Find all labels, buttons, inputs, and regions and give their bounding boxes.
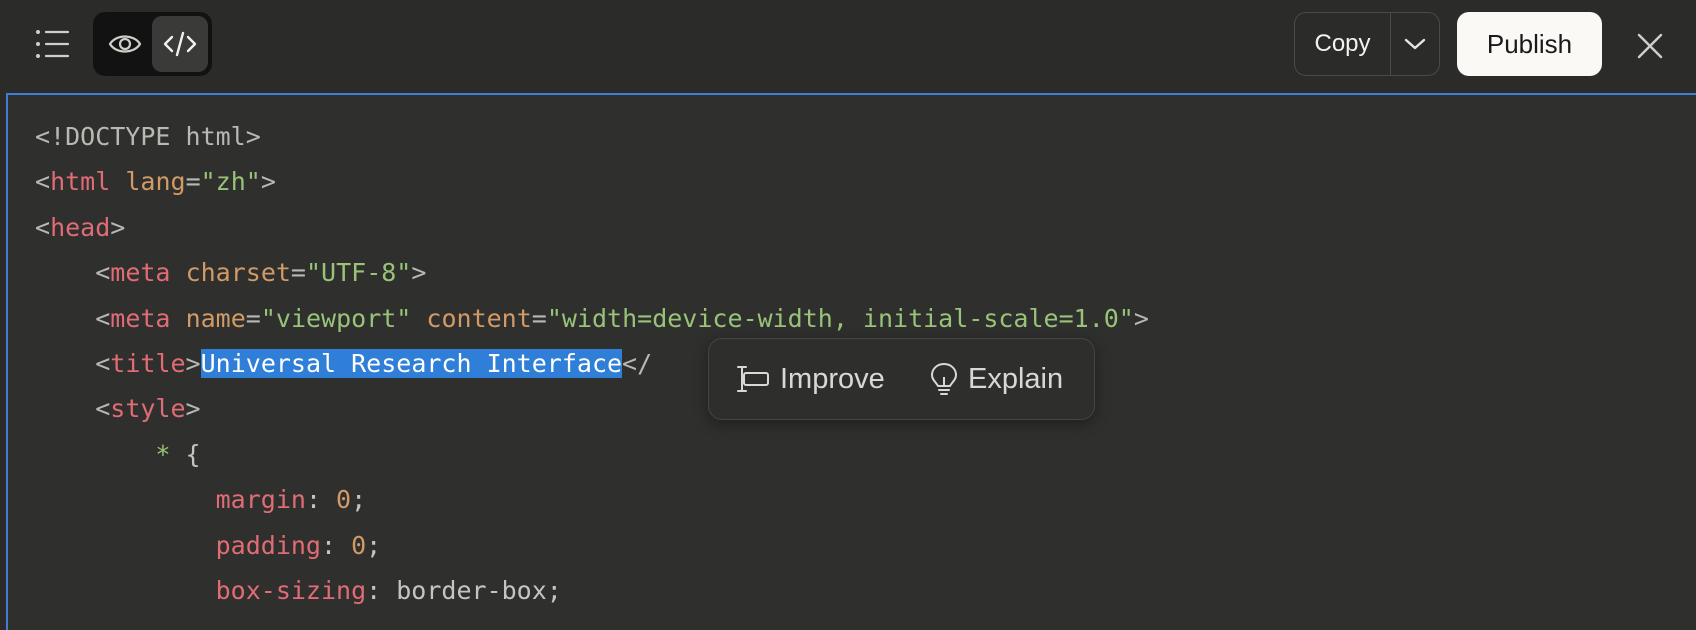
code-token: html [50,167,111,197]
code-token: </ [622,349,653,378]
code-token: * [155,439,171,469]
code-token: "UTF-8" [305,258,412,288]
code-token: > [1133,303,1149,333]
code-token: = [531,303,547,333]
eye-icon [108,35,142,53]
code-token: content [426,303,532,333]
code-token: = [185,167,201,197]
explain-button[interactable]: Explain [930,339,1063,419]
lightbulb-icon [930,362,958,396]
code-line: padding: 0; [35,526,382,566]
code-line: margin: 0; [35,480,367,520]
list-icon [36,30,70,58]
code-line: <meta name="viewport" content="width=dev… [35,299,1149,339]
chevron-down-icon [1404,38,1426,50]
code-token: ; [366,530,382,560]
code-token: > [185,349,201,378]
copy-split-button: Copy [1294,12,1440,76]
code-token: { [170,439,201,469]
code-token: title [110,349,186,378]
code-token: > [110,212,126,242]
code-token: meta [110,258,171,288]
toolbar: Copy Publish [0,0,1696,92]
code-line: box-sizing: border-box; [35,571,562,611]
code-line: * { [35,435,201,475]
artifact-viewer: Copy Publish <!DOCTYPE html> <html lang="… [0,0,1696,630]
preview-tab[interactable] [97,16,153,72]
code-token: box-sizing [215,576,367,605]
improve-label: Improve [780,362,885,395]
code-token: : border-box; [366,576,562,605]
code-token: lang [125,167,186,197]
code-token: < [95,349,111,378]
code-token: > [260,167,276,197]
code-line: <html lang="zh"> [35,162,276,202]
code-token: margin [215,485,306,515]
code-token: = [245,303,261,333]
code-token: ; [351,485,367,515]
code-line: <meta charset="UTF-8"> [35,253,426,293]
code-line: <style> [35,389,201,429]
outline-button[interactable] [34,26,72,62]
code-tab[interactable] [152,16,208,72]
close-button[interactable] [1630,26,1670,66]
code-line: <title>Universal Research Interface</ [35,344,652,384]
code-token: 0 [351,530,367,560]
code-token: : [305,485,337,515]
code-token: "width=device-width, initial-scale=1.0" [546,303,1134,333]
code-line: <!DOCTYPE html> [35,117,261,157]
text-cursor-icon [736,364,770,394]
code-token: < [95,394,111,424]
code-token: style [110,394,186,424]
code-token: = [290,258,306,288]
view-toggle [93,12,212,76]
code-token: head [50,212,111,242]
code-token: charset [185,258,291,288]
code-token: "zh" [200,167,261,197]
code-token: > [185,394,201,424]
copy-button[interactable]: Copy [1295,13,1391,75]
code-token: < [95,303,111,333]
code-icon [163,31,197,57]
improve-button[interactable]: Improve [736,339,885,419]
code-token: < [95,258,111,288]
copy-options-button[interactable] [1391,13,1439,75]
close-icon [1637,33,1663,59]
selected-text: Universal Research Interface [200,349,623,378]
code-token: < [35,212,51,242]
code-token: padding [215,530,321,560]
code-token: < [35,167,51,197]
explain-label: Explain [968,362,1064,395]
code-token: "viewport" [260,303,412,333]
code-token: meta [110,303,171,333]
selection-popover: Improve Explain [708,338,1095,420]
code-token: : [320,530,352,560]
code-token: name [185,303,246,333]
code-token: > [411,258,427,288]
code-token: 0 [336,485,352,515]
code-token: <!DOCTYPE html> [35,122,261,151]
publish-button[interactable]: Publish [1457,12,1602,76]
code-line: <head> [35,208,125,248]
